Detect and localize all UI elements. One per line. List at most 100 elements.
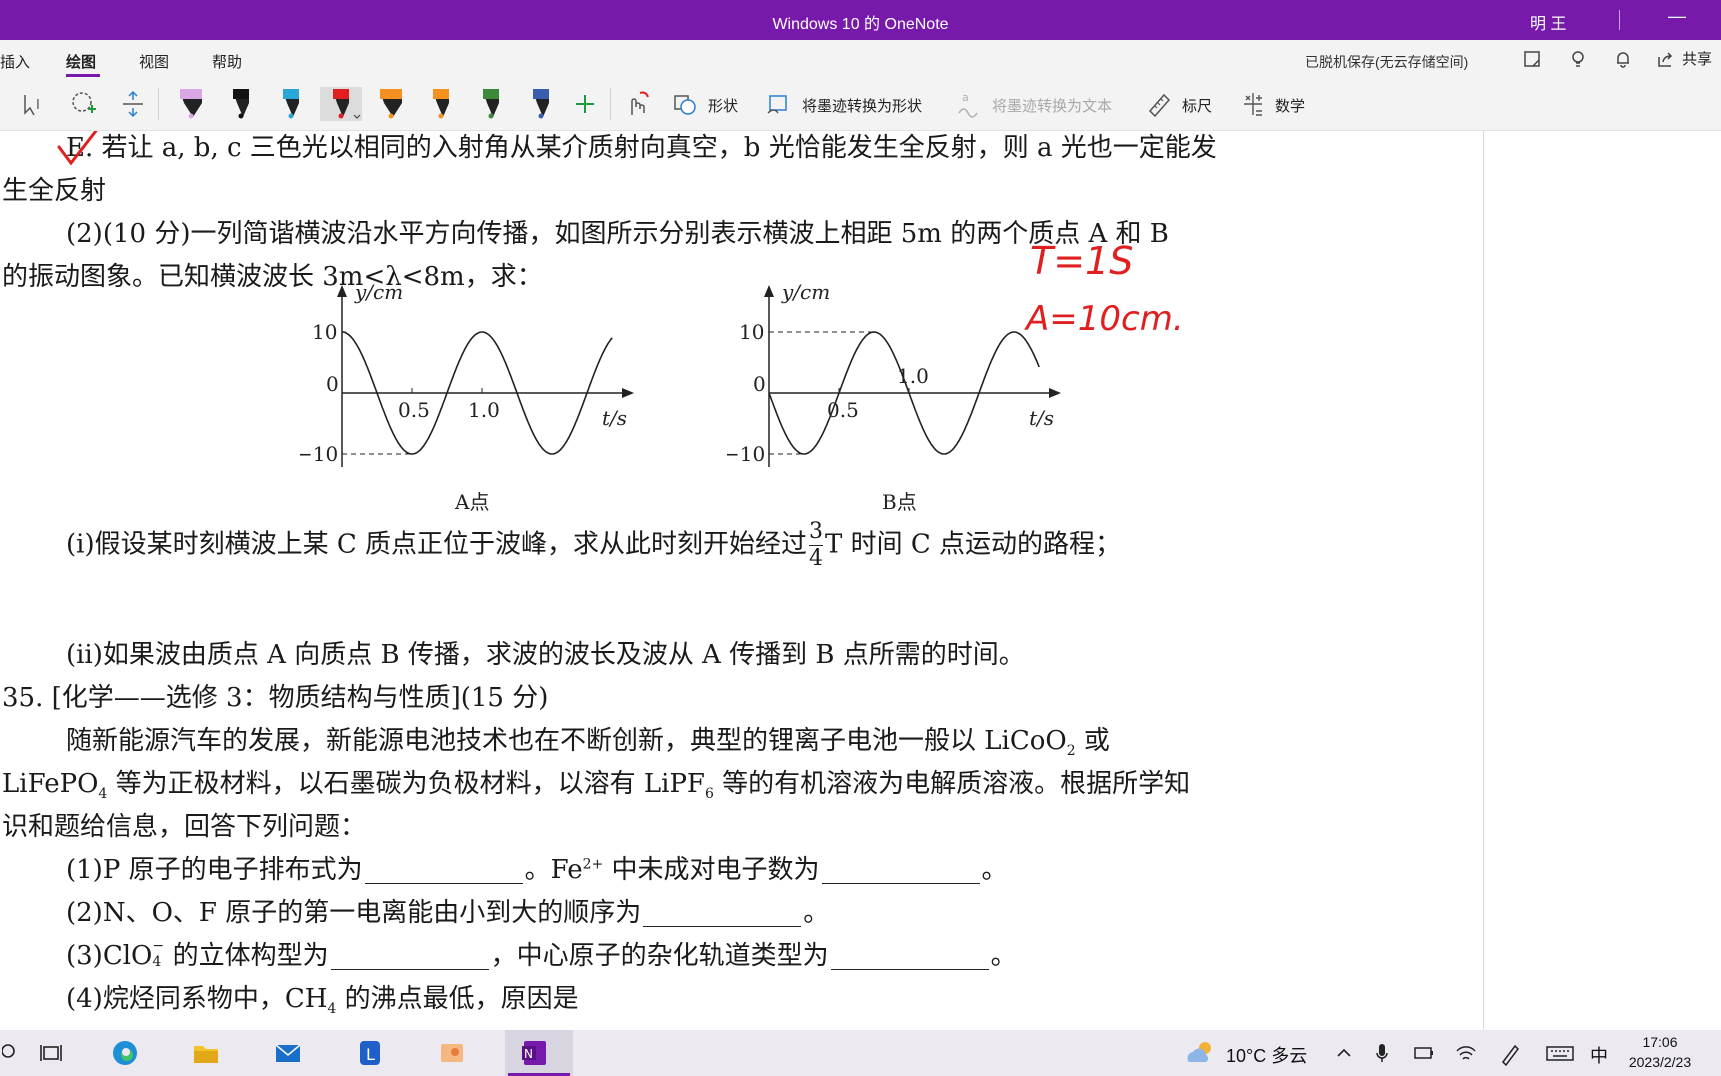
check-mark-ink	[57, 131, 98, 166]
type-select-icon[interactable]: I	[20, 87, 50, 121]
answer-blank[interactable]	[643, 900, 802, 927]
chem-text: LiFePO	[2, 769, 99, 799]
search-icon[interactable]	[2, 1038, 22, 1068]
pen-tip	[538, 113, 544, 119]
page-margin-line	[1483, 131, 1484, 1030]
lightbulb-icon[interactable]	[1568, 49, 1588, 69]
file-explorer-icon[interactable]	[191, 1038, 221, 1068]
x-tick-label: 0.5	[827, 398, 859, 422]
microphone-icon[interactable]	[1372, 1038, 1392, 1068]
math-button[interactable]: 数学	[1275, 95, 1305, 116]
chem-text: 的沸点最低，原因是	[336, 984, 579, 1014]
ink-to-shape-icon[interactable]	[766, 87, 792, 121]
touch-keyboard-icon[interactable]	[1545, 1038, 1575, 1068]
window-title: Windows 10 的 OneNote	[772, 16, 949, 33]
chem-subscript: 4	[152, 954, 162, 970]
lasso-select-icon[interactable]	[68, 87, 98, 121]
user-name[interactable]: 明 王	[1530, 10, 1566, 34]
share-icon[interactable]	[1656, 49, 1676, 69]
battery-icon[interactable]	[1412, 1038, 1436, 1068]
pen-tip	[238, 113, 244, 119]
chem-question-3: (3)ClO −4 的立体构型为 ，中心原子的杂化轨道类型为 。	[66, 935, 1017, 972]
tab-view[interactable]: 视图	[139, 51, 169, 72]
x-axis-arrow	[622, 388, 634, 398]
chem-para-line-3: 识和题给信息，回答下列问题：	[2, 812, 367, 842]
chem-text: (4)烷烃同系物中，CH	[66, 984, 328, 1014]
y-axis-arrow	[337, 285, 347, 297]
onenote-icon[interactable]: N	[520, 1038, 550, 1068]
share-button[interactable]: 共享	[1682, 48, 1712, 69]
shapes-icon[interactable]	[672, 87, 698, 121]
pen-3-icon	[283, 89, 299, 119]
clock-time: 17:06	[1642, 1034, 1678, 1050]
pen-color-band	[380, 89, 402, 99]
sticky-notes-icon[interactable]	[1522, 49, 1542, 69]
chem-text: 或	[1075, 726, 1110, 756]
math-icon[interactable]	[1240, 87, 1266, 121]
answer-blank[interactable]	[830, 943, 989, 970]
pen-gallery[interactable]	[170, 87, 560, 121]
x-tick-label: 1.0	[468, 398, 500, 422]
weather-text[interactable]: 10°C 多云	[1226, 1042, 1307, 1068]
ribbon-tabs: 插入 绘图 视图 帮助 已脱机保存(无云存储空间) 共享	[0, 40, 1721, 78]
shapes-button[interactable]: 形状	[708, 95, 738, 116]
touch-draw-icon[interactable]	[622, 87, 652, 121]
bell-icon[interactable]	[1613, 49, 1633, 69]
pen-tip	[338, 113, 344, 119]
x-tick-label: 1.0	[897, 364, 929, 388]
vibration-graph-a: 0.5 1.0 10 0 −10 y/cm t/s A点	[300, 280, 634, 514]
ruler-button[interactable]: 标尺	[1182, 95, 1212, 116]
edge-icon[interactable]	[110, 1038, 140, 1068]
chem-text: (3)ClO	[66, 941, 153, 971]
note-page[interactable]: E. 若让 a, b, c 三色光以相同的入射角从某介质射向真空，b 光恰能发生…	[0, 131, 1483, 1030]
ime-indicator[interactable]: 中	[1590, 1042, 1608, 1068]
answer-blank[interactable]	[821, 857, 980, 884]
chem-text: (2)N、O、F 原子的第一电离能由小到大的顺序为	[66, 898, 642, 928]
chem-subscript: 2	[1066, 743, 1076, 760]
photos-app-icon[interactable]	[437, 1038, 467, 1068]
clock-date: 2023/2/23	[1628, 1054, 1692, 1070]
chem-subscript: 6	[704, 786, 714, 803]
chem-para-line-1: 随新能源汽车的发展，新能源电池技术也在不断创新，典型的锂离子电池一般以 LiCo…	[66, 720, 1110, 759]
chem-question-4: (4)烷烃同系物中，CH4 的沸点最低，原因是	[66, 978, 579, 1017]
ink-to-text-button[interactable]: 将墨迹转换为文本	[992, 95, 1112, 116]
chevron-up-icon[interactable]	[1334, 1038, 1354, 1068]
active-tab-indicator	[66, 74, 100, 77]
chem-text: 等的有机溶液为电解质溶液。根据所学知	[713, 769, 1191, 799]
pen-tip	[288, 113, 294, 119]
pen-color-band	[283, 89, 299, 99]
chem-text: 中未成对电子数为	[603, 855, 820, 885]
x-tick-label: 0.5	[398, 398, 430, 422]
add-pen-icon[interactable]	[572, 87, 598, 121]
pen-color-band	[333, 89, 349, 99]
wifi-icon[interactable]	[1454, 1038, 1478, 1068]
chem-text: 随新能源汽车的发展，新能源电池技术也在不断创新，典型的锂离子电池一般以 LiCo…	[66, 726, 1067, 756]
pen-menu-icon[interactable]	[1498, 1038, 1522, 1068]
tab-draw[interactable]: 绘图	[66, 51, 96, 72]
add-space-icon[interactable]	[118, 87, 148, 121]
task-view-icon[interactable]	[36, 1038, 66, 1068]
fraction-three-quarters: 34	[809, 519, 824, 572]
ruler-icon[interactable]	[1146, 87, 1172, 121]
ink-to-text-icon[interactable]: a	[956, 87, 982, 121]
answer-blank[interactable]	[330, 943, 489, 970]
mail-icon[interactable]	[273, 1038, 303, 1068]
question-i: (ⅰ)假设某时刻横波上某 C 质点正位于波峰，求从此时刻开始经过 3 4 T 时间 C…	[66, 519, 1121, 572]
ink-to-shape-button[interactable]: 将墨迹转换为形状	[802, 95, 922, 116]
pen-color-band	[483, 89, 499, 99]
save-status[interactable]: 已脱机保存(无云存储空间)	[1305, 52, 1468, 72]
pen-4-icon	[320, 87, 362, 121]
svg-text:a: a	[962, 91, 969, 104]
tab-insert[interactable]: 插入	[0, 51, 30, 72]
pen-tip	[488, 113, 494, 119]
chem-sub-sup: −4	[152, 938, 164, 970]
answer-blank[interactable]	[364, 857, 523, 884]
chem-text: 。	[803, 898, 830, 928]
pen-color-band	[533, 89, 549, 99]
clock[interactable]: 17:06 2023/2/23	[1620, 1032, 1700, 1072]
tab-help[interactable]: 帮助	[212, 51, 242, 72]
lync-app-icon[interactable]: L	[355, 1038, 385, 1068]
y-tick-label: −10	[300, 442, 338, 466]
minimize-button[interactable]: —	[1668, 6, 1686, 27]
weather-icon[interactable]	[1183, 1038, 1217, 1068]
